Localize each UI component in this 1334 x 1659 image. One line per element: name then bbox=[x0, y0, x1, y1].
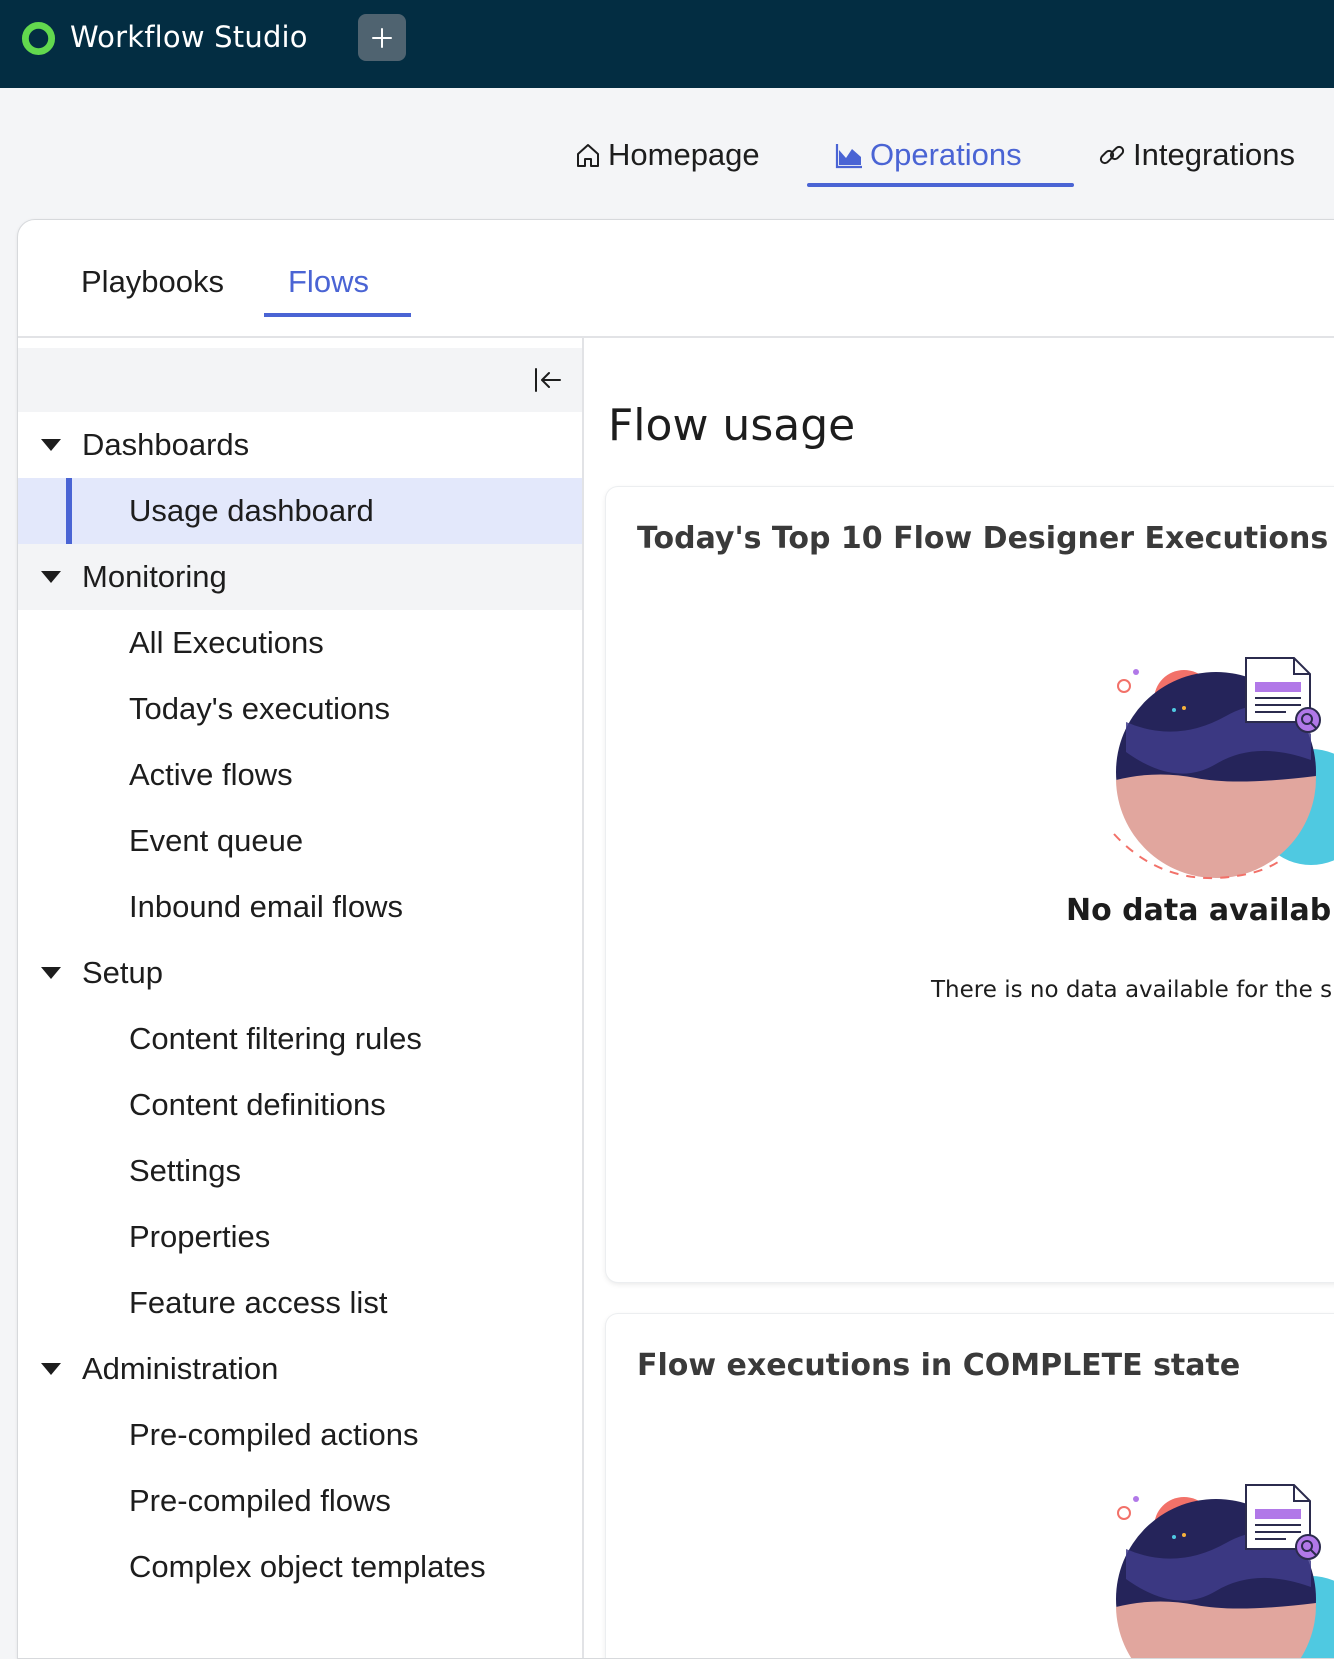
nav-operations-label: Operations bbox=[870, 137, 1022, 172]
caret-down-icon bbox=[41, 1363, 61, 1375]
sidebar-item-label: Properties bbox=[129, 1219, 271, 1254]
tab-playbooks[interactable]: Playbooks bbox=[81, 264, 224, 300]
sidebar-item-inbound-email-flows[interactable]: Inbound email flows bbox=[18, 874, 582, 940]
sidebar: Dashboards Usage dashboard Monitoring Al… bbox=[18, 338, 584, 1658]
brand-logo-icon bbox=[21, 21, 56, 56]
card-title: Today's Top 10 Flow Designer Executions bbox=[637, 521, 1329, 556]
sidebar-item-label: Pre-compiled flows bbox=[129, 1483, 391, 1518]
collapse-left-icon bbox=[535, 368, 561, 392]
caret-down-icon bbox=[41, 439, 61, 451]
nav-operations[interactable]: Operations bbox=[834, 130, 1022, 180]
sidebar-item-complex-object-templates[interactable]: Complex object templates bbox=[18, 1534, 582, 1600]
sidebar-item-label: Inbound email flows bbox=[129, 889, 403, 924]
caret-down-icon bbox=[41, 571, 61, 583]
sidebar-item-usage-dashboard[interactable]: Usage dashboard bbox=[18, 478, 582, 544]
chart-icon bbox=[835, 144, 862, 169]
sidebar-item-active-flows[interactable]: Active flows bbox=[18, 742, 582, 808]
top-bar: Workflow Studio bbox=[0, 0, 1334, 88]
nav-homepage[interactable]: Homepage bbox=[574, 130, 760, 180]
plus-icon bbox=[372, 27, 392, 48]
empty-state-title: No data availab bbox=[1066, 893, 1332, 928]
sidebar-item-label: Today's executions bbox=[129, 691, 390, 726]
subtab-bar: Playbooks Flows bbox=[18, 220, 1334, 338]
collapse-sidebar-button[interactable] bbox=[530, 362, 566, 398]
sidebar-item-label: Complex object templates bbox=[129, 1549, 486, 1584]
sidebar-item-label: Content definitions bbox=[129, 1087, 386, 1122]
card-title: Flow executions in COMPLETE state bbox=[637, 1348, 1241, 1383]
section-label: Administration bbox=[82, 1351, 279, 1386]
sidebar-item-label: All Executions bbox=[129, 625, 324, 660]
active-nav-indicator bbox=[807, 183, 1074, 187]
widget-card: Flow executions in COMPLETE state bbox=[606, 1314, 1334, 1658]
sidebar-item-pre-compiled-flows[interactable]: Pre-compiled flows bbox=[18, 1468, 582, 1534]
sidebar-item-all-executions[interactable]: All Executions bbox=[18, 610, 582, 676]
sidebar-item-feature-access-list[interactable]: Feature access list bbox=[18, 1270, 582, 1336]
sidebar-section-setup[interactable]: Setup bbox=[18, 940, 582, 1006]
sidebar-item-label: Active flows bbox=[129, 757, 293, 792]
home-icon bbox=[577, 144, 599, 167]
link-icon bbox=[1099, 145, 1125, 165]
nav-homepage-label: Homepage bbox=[608, 137, 760, 172]
no-data-illustration bbox=[1113, 657, 1334, 880]
sidebar-item-label: Feature access list bbox=[129, 1285, 388, 1320]
sidebar-item-label: Settings bbox=[129, 1153, 242, 1188]
caret-down-icon bbox=[41, 967, 61, 979]
sidebar-section-administration[interactable]: Administration bbox=[18, 1336, 582, 1402]
main-panel: Playbooks Flows Dashboards Usage dashboa… bbox=[17, 219, 1334, 1659]
section-label: Monitoring bbox=[82, 559, 227, 594]
sidebar-item-label: Content filtering rules bbox=[129, 1021, 422, 1056]
sidebar-item-label: Pre-compiled actions bbox=[129, 1417, 419, 1452]
nav-integrations-label: Integrations bbox=[1133, 137, 1295, 172]
empty-state-description: There is no data available for the s bbox=[931, 977, 1333, 1003]
section-label: Dashboards bbox=[82, 427, 250, 462]
nav-integrations[interactable]: Integrations bbox=[1097, 130, 1295, 180]
sidebar-item-properties[interactable]: Properties bbox=[18, 1204, 582, 1270]
content-area: Flow usage Today's Top 10 Flow Designer … bbox=[584, 338, 1334, 1658]
widget-card: Today's Top 10 Flow Designer Executions bbox=[606, 487, 1334, 1282]
page-title: Flow usage bbox=[608, 400, 856, 451]
sidebar-header bbox=[18, 348, 582, 412]
sidebar-item-content-definitions[interactable]: Content definitions bbox=[18, 1072, 582, 1138]
sidebar-section-dashboards[interactable]: Dashboards bbox=[18, 412, 582, 478]
section-label: Setup bbox=[82, 955, 164, 990]
no-data-illustration bbox=[1116, 1484, 1334, 1658]
new-tab-button[interactable] bbox=[358, 14, 406, 61]
sidebar-item-label: Event queue bbox=[129, 823, 304, 858]
sidebar-item-settings[interactable]: Settings bbox=[18, 1138, 582, 1204]
sidebar-item-event-queue[interactable]: Event queue bbox=[18, 808, 582, 874]
tab-flows[interactable]: Flows bbox=[288, 264, 369, 300]
sidebar-item-pre-compiled-actions[interactable]: Pre-compiled actions bbox=[18, 1402, 582, 1468]
sidebar-item-todays-executions[interactable]: Today's executions bbox=[18, 676, 582, 742]
app-name: Workflow Studio bbox=[70, 20, 308, 54]
sidebar-section-monitoring[interactable]: Monitoring bbox=[18, 544, 582, 610]
active-subtab-indicator bbox=[264, 313, 411, 317]
sidebar-item-content-filtering-rules[interactable]: Content filtering rules bbox=[18, 1006, 582, 1072]
primary-nav: Homepage Operations Integrations bbox=[0, 88, 1334, 220]
sidebar-item-label: Usage dashboard bbox=[129, 493, 374, 528]
